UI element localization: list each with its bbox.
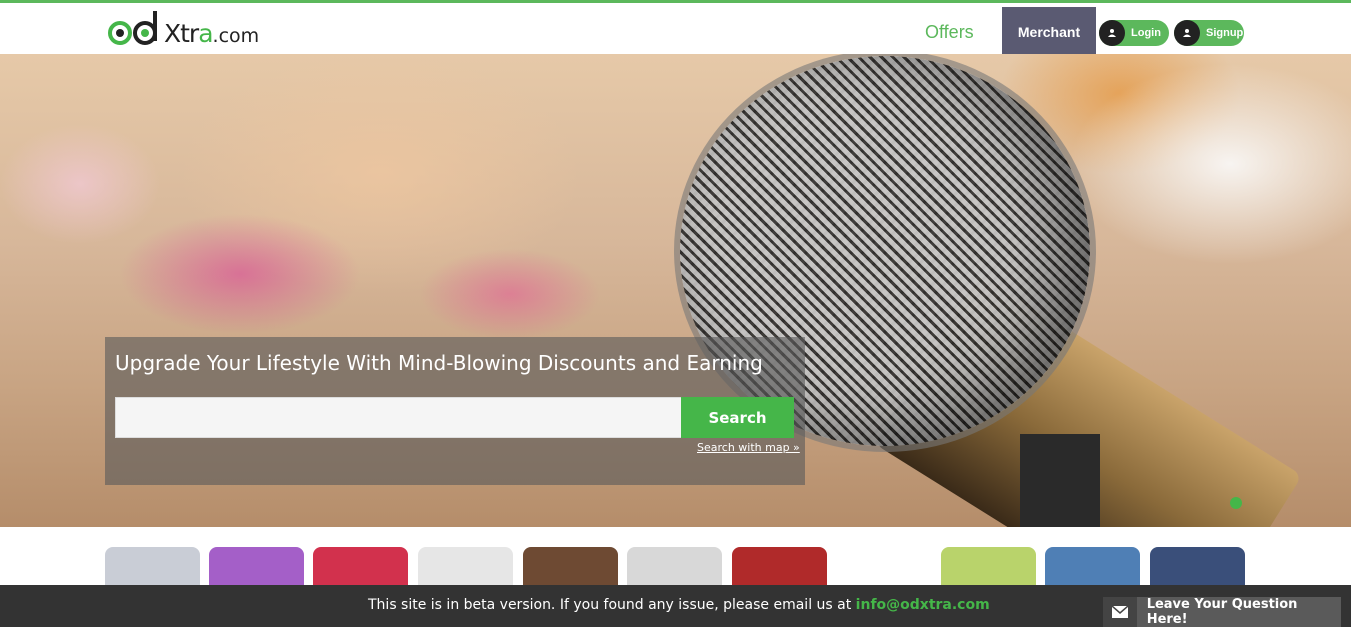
category-strip <box>0 527 1351 587</box>
logo-text: Xtr <box>164 18 199 48</box>
hero-microphone-stand <box>1020 434 1100 527</box>
logo-dotcom: .com <box>212 25 260 47</box>
beta-notice-message: This site is in beta version. If you fou… <box>368 597 856 613</box>
leave-question-label: Leave Your Question Here! <box>1146 597 1298 627</box>
logo-o-mark <box>108 21 132 45</box>
category-tile-business[interactable] <box>105 547 200 587</box>
login-button[interactable]: Login <box>1099 20 1169 46</box>
user-icon <box>1099 20 1125 46</box>
logo-wordmark: Xtra <box>164 18 214 48</box>
category-tile-electronics[interactable] <box>627 547 722 587</box>
search-with-map-link[interactable]: Search with map » <box>697 441 800 454</box>
leave-question-button[interactable]: Leave Your Question Here! <box>1103 597 1341 627</box>
hero-search-panel: Upgrade Your Lifestyle With Mind-Blowing… <box>105 337 805 485</box>
category-tile-beauty[interactable] <box>209 547 304 587</box>
hero-headline: Upgrade Your Lifestyle With Mind-Blowing… <box>115 351 763 375</box>
logo-d-mark <box>133 11 157 45</box>
category-tile-fitness[interactable] <box>523 547 618 587</box>
top-navbar: Xtra .com Offers Merchant Login Signup <box>0 0 1351 57</box>
signup-label: Signup <box>1206 27 1244 39</box>
category-tile-flowers[interactable] <box>313 547 408 587</box>
category-tile-jobs[interactable] <box>418 547 513 587</box>
search-input[interactable] <box>115 397 682 438</box>
logo-text-a: a <box>198 18 213 48</box>
login-label: Login <box>1131 27 1161 39</box>
category-tile-spa[interactable] <box>941 547 1036 587</box>
signup-button[interactable]: Signup <box>1174 20 1244 46</box>
contact-email-link[interactable]: info@odxtra.com <box>856 597 990 613</box>
beta-notice-text: This site is in beta version. If you fou… <box>368 597 990 613</box>
category-tile-movies[interactable] <box>732 547 827 587</box>
envelope-icon <box>1103 597 1137 627</box>
user-icon <box>1174 20 1200 46</box>
category-tile-books[interactable] <box>1150 547 1245 587</box>
site-logo[interactable]: Xtra .com <box>108 11 260 53</box>
search-button[interactable]: Search <box>681 397 794 438</box>
slider-indicator-dot[interactable] <box>1230 497 1242 509</box>
category-tile-travel[interactable] <box>1045 547 1140 587</box>
category-tile-shopping[interactable] <box>836 547 931 587</box>
nav-merchant[interactable]: Merchant <box>1002 7 1096 57</box>
nav-offers[interactable]: Offers <box>925 17 974 47</box>
